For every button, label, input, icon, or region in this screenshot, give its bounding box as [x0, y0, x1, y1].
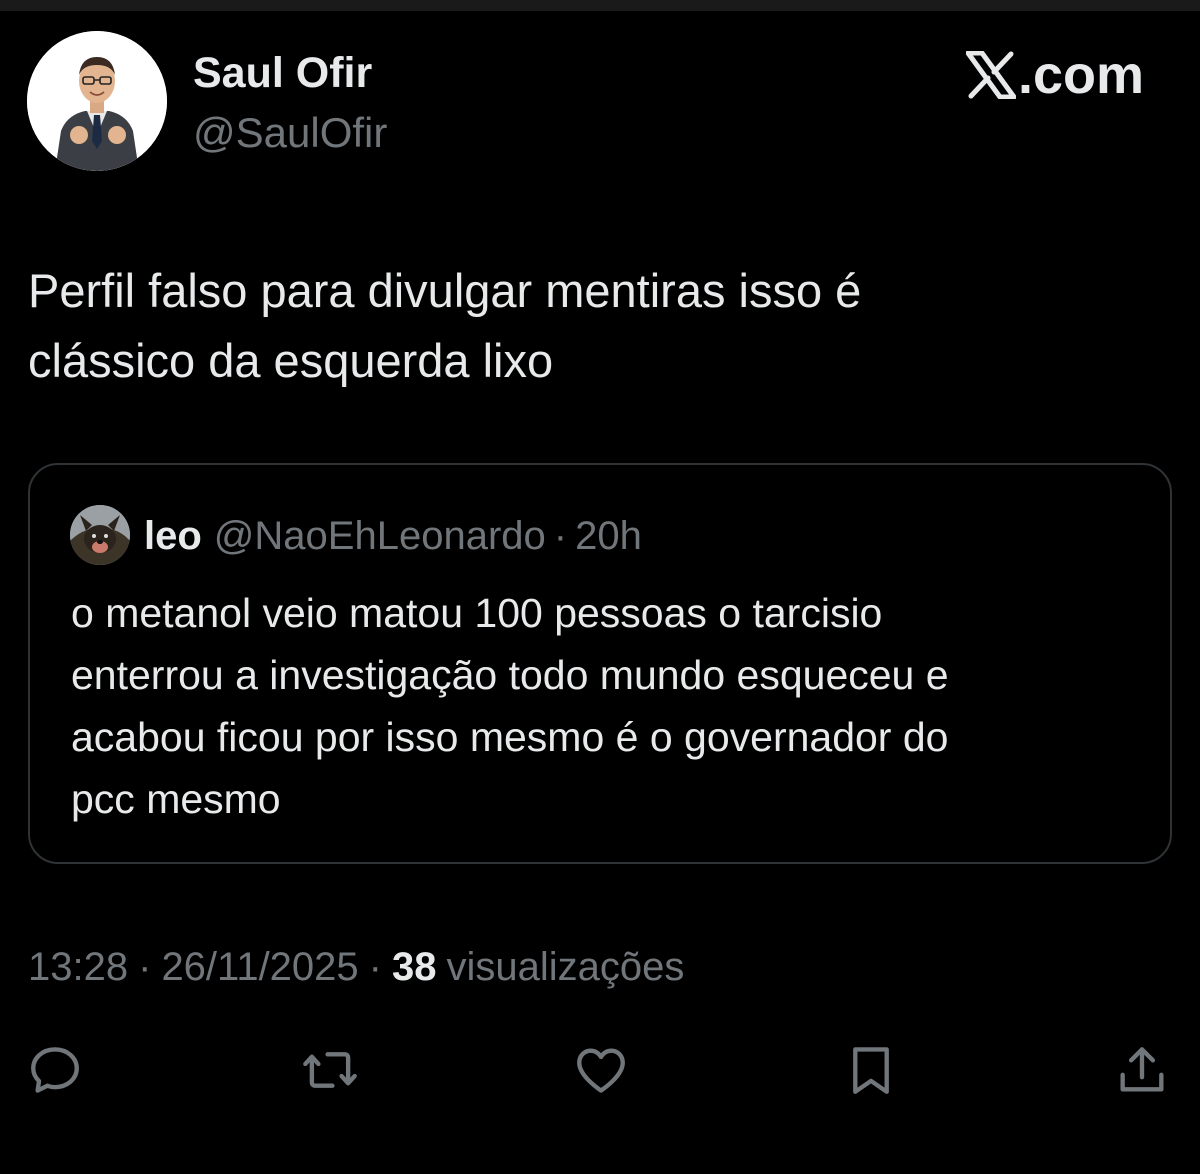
- like-button[interactable]: [571, 1040, 631, 1100]
- author-avatar[interactable]: [27, 31, 167, 171]
- views-count[interactable]: 38: [392, 945, 437, 989]
- quoted-text-line-3: acabou ficou por isso mesmo é o governad…: [71, 714, 949, 760]
- quoted-text-line-4: pcc mesmo: [71, 776, 281, 822]
- reply-icon: [31, 1047, 79, 1093]
- author-display-name[interactable]: Saul Ofir: [193, 47, 372, 99]
- share-button[interactable]: [1112, 1040, 1172, 1100]
- quoted-tweet-time[interactable]: 20h: [575, 514, 642, 558]
- tweet-date[interactable]: 26/11/2025: [161, 945, 358, 989]
- tweet-text-line-1: Perfil falso para divulgar mentiras isso…: [28, 264, 862, 317]
- tweet-text-line-2: clássico da esquerda lixo: [28, 334, 554, 387]
- bookmark-icon: [853, 1047, 889, 1094]
- tweet-time[interactable]: 13:28: [28, 945, 128, 989]
- dog-avatar-icon: [70, 505, 130, 565]
- brand-watermark: .com: [965, 45, 1144, 105]
- tweet-text: Perfil falso para divulgar mentiras isso…: [28, 256, 1148, 396]
- quoted-text-line-1: o metanol veio matou 100 pessoas o tarci…: [71, 590, 883, 636]
- top-strip: [0, 0, 1200, 11]
- quoted-tweet-card[interactable]: leo @NaoEhLeonardo · 20h o metanol veio mat…: [28, 463, 1172, 864]
- meta-separator-2: ·: [368, 945, 382, 989]
- quoted-text-line-2: enterrou a investigação todo mundo esque…: [71, 652, 949, 698]
- tweet-metadata: 13:28 · 26/11/2025 · 38 visualizações: [28, 940, 684, 994]
- repost-button[interactable]: [300, 1040, 360, 1100]
- meta-separator-1: ·: [138, 945, 152, 989]
- quoted-author-avatar[interactable]: [70, 505, 130, 565]
- views-label[interactable]: visualizações: [447, 945, 685, 989]
- share-icon: [1120, 1047, 1164, 1092]
- repost-icon: [303, 1052, 357, 1088]
- x-logo-icon: [965, 51, 1016, 99]
- quoted-author-name[interactable]: leo: [144, 514, 202, 558]
- reply-button[interactable]: [25, 1040, 85, 1100]
- cartoon-businessman-avatar-icon: [27, 31, 167, 171]
- brand-text: .com: [1017, 45, 1144, 105]
- quoted-header-separator: ·: [553, 514, 568, 558]
- quoted-tweet-text: o metanol veio matou 100 pessoas o tarci…: [71, 582, 1141, 830]
- bookmark-button[interactable]: [841, 1040, 901, 1100]
- quoted-tweet-header: leo @NaoEhLeonardo · 20h: [144, 509, 642, 563]
- author-handle[interactable]: @SaulOfir: [193, 108, 387, 158]
- quoted-author-handle[interactable]: @NaoEhLeonardo: [214, 514, 546, 558]
- heart-icon: [577, 1048, 625, 1093]
